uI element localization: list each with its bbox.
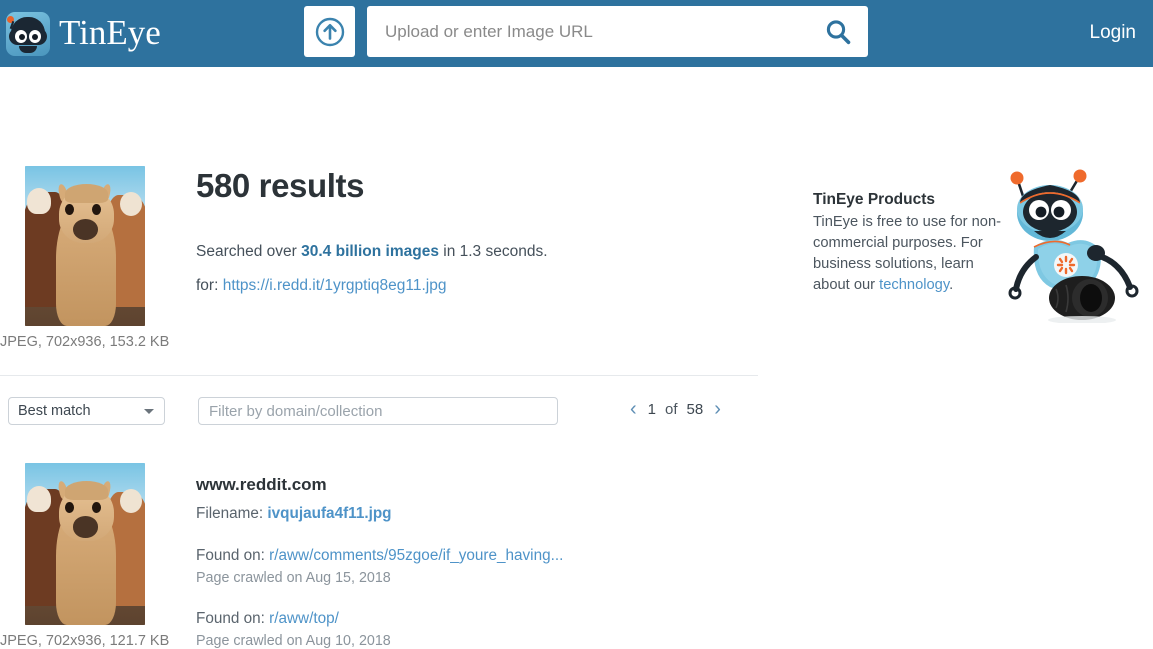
brand-home-link[interactable]: TinEye	[6, 0, 161, 67]
sort-dropdown[interactable]: Best match	[8, 397, 165, 425]
query-image-block: JPEG, 702x936, 153.2 KB	[0, 166, 169, 350]
brand-name: TinEye	[59, 12, 161, 52]
tineye-robot-mascot-illustration	[1008, 169, 1139, 323]
pagination-total-pages: 58	[686, 400, 704, 418]
app-header: TinEye Login	[0, 0, 1153, 67]
pagination-current-page: 1	[647, 400, 657, 418]
upload-circle-arrow-icon	[315, 17, 344, 46]
result-thumbnail[interactable]	[25, 463, 145, 625]
found-on-label: Found on:	[196, 547, 270, 564]
found-on-label: Found on:	[196, 610, 270, 627]
products-body-part2: .	[949, 276, 954, 293]
products-panel: TinEye Products TinEye is free to use fo…	[813, 191, 1008, 296]
searched-index-size: 30.4 billion images	[301, 242, 439, 260]
products-description: TinEye is free to use for non-commercial…	[813, 212, 1008, 296]
login-link[interactable]: Login	[1090, 22, 1137, 44]
summary-divider	[0, 375, 758, 376]
chevron-right-icon[interactable]: ›	[712, 399, 723, 419]
query-url-line: for: https://i.redd.it/1yrgptiq8eg11.jpg	[196, 277, 756, 295]
query-thumbnail[interactable]	[25, 166, 145, 326]
results-page: JPEG, 702x936, 153.2 KB 580 results Sear…	[0, 67, 1153, 649]
result-filename-row: Filename: ivqujaufa4f11.jpg	[196, 505, 756, 523]
products-title: TinEye Products	[813, 191, 936, 208]
found-on-row: Found on: r/aww/top/	[196, 610, 756, 628]
pagination-of-label: of	[665, 400, 678, 418]
searched-prefix: Searched over	[196, 242, 302, 260]
result-image-meta: JPEG, 702x936, 121.7 KB	[0, 633, 170, 649]
result-filename-link[interactable]: ivqujaufa4f11.jpg	[267, 505, 391, 522]
query-url-link[interactable]: https://i.redd.it/1yrgptiq8eg11.jpg	[223, 277, 447, 294]
search-summary: 580 results Searched over 30.4 billion i…	[196, 167, 756, 295]
crawled-date: Page crawled on Aug 10, 2018	[196, 633, 391, 649]
results-count-title: 580 results	[196, 167, 365, 204]
query-url-label: for:	[196, 276, 223, 294]
pagination: ‹ 1 of 58 ›	[628, 399, 723, 419]
search-stats: Searched over 30.4 billion images in 1.3…	[196, 243, 756, 261]
chevron-left-icon[interactable]: ‹	[628, 399, 639, 419]
technology-link[interactable]: technology	[879, 277, 949, 293]
search-magnifier-icon	[826, 19, 851, 44]
crawled-date: Page crawled on Aug 15, 2018	[196, 570, 391, 586]
found-on-row: Found on: r/aww/comments/95zgoe/if_youre…	[196, 547, 756, 565]
result-occurrence: Found on: r/aww/comments/95zgoe/if_youre…	[196, 547, 756, 586]
domain-filter-input[interactable]	[198, 397, 558, 425]
result-domain-link[interactable]: www.reddit.com	[196, 475, 327, 494]
upload-button[interactable]	[304, 6, 355, 57]
chevron-down-icon	[144, 408, 154, 414]
searched-suffix: in 1.3 seconds.	[438, 242, 548, 260]
search-field	[367, 6, 868, 57]
search-button[interactable]	[816, 10, 860, 54]
query-image-meta: JPEG, 702x936, 153.2 KB	[0, 334, 170, 350]
result-occurrence: Found on: r/aww/top/ Page crawled on Aug…	[196, 610, 756, 649]
result-item: www.reddit.com Filename: ivqujaufa4f11.j…	[196, 475, 756, 649]
search-input[interactable]	[383, 6, 816, 57]
found-on-link[interactable]: r/aww/comments/95zgoe/if_youre_having...	[269, 547, 563, 564]
sort-dropdown-value: Best match	[18, 403, 91, 419]
found-on-link[interactable]: r/aww/top/	[269, 610, 339, 627]
result-image-block: JPEG, 702x936, 121.7 KB Compare Match	[0, 463, 169, 649]
result-filename-label: Filename:	[196, 505, 268, 522]
tineye-robot-logo-icon	[6, 11, 50, 56]
search-bar	[304, 6, 868, 57]
